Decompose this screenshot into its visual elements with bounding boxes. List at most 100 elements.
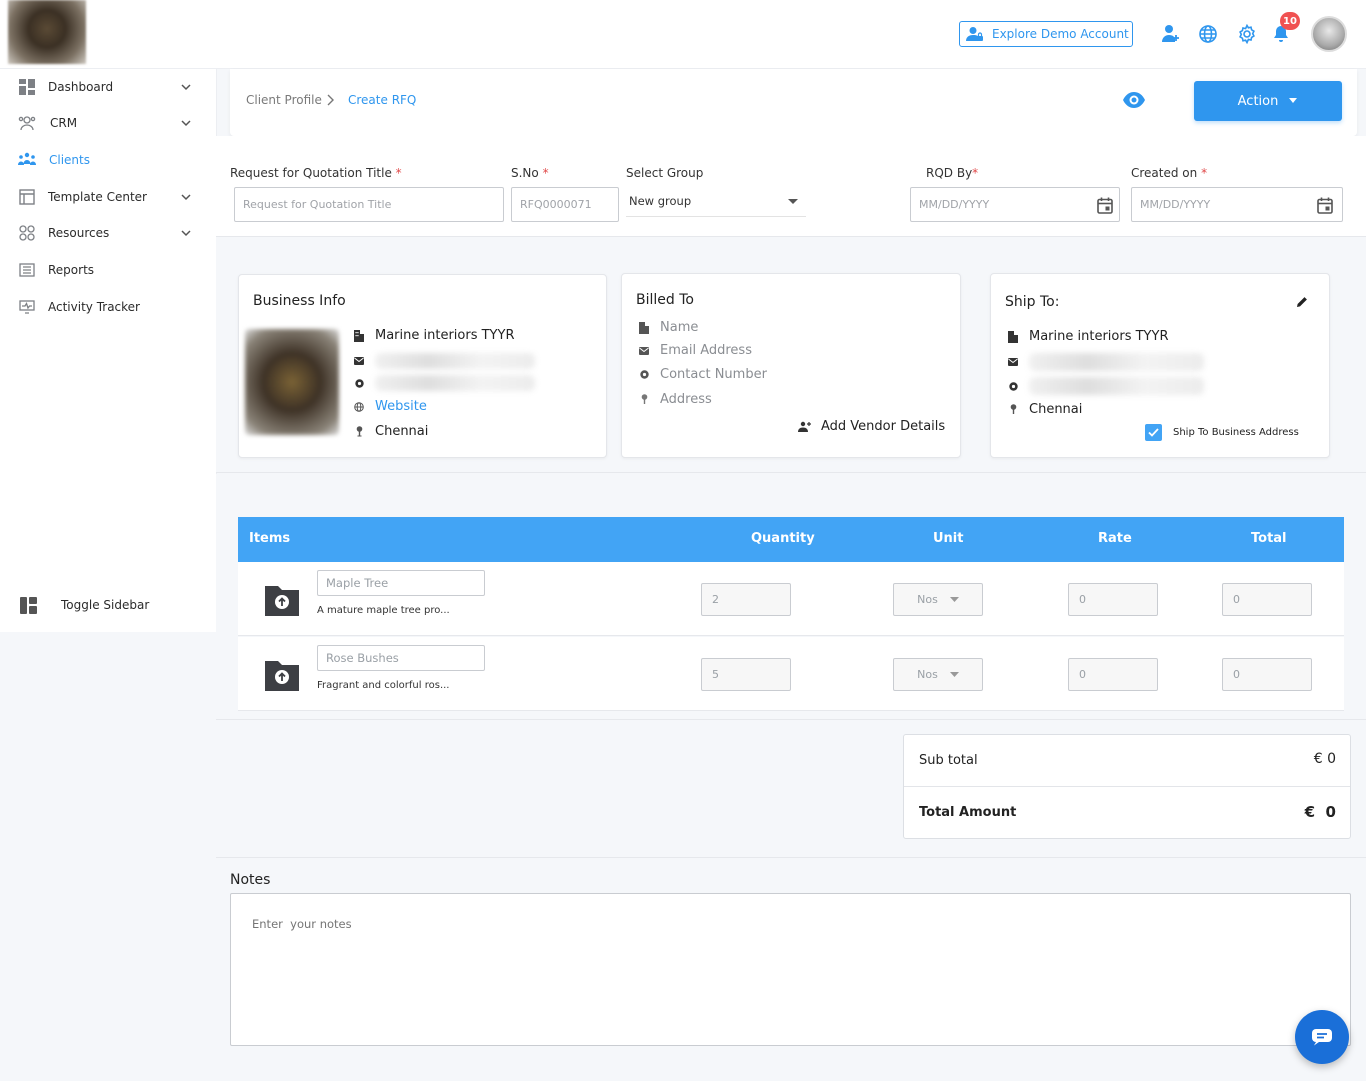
chevron-down-icon (181, 120, 191, 127)
billed-email-row: Email Address (636, 343, 752, 358)
rate-input[interactable]: 0 (1068, 658, 1158, 691)
business-company-row: Marine interiors TYYR (351, 328, 514, 343)
chevron-right-icon (327, 94, 334, 106)
globe-icon[interactable] (1196, 22, 1220, 46)
business-website-link[interactable]: Website (375, 399, 427, 414)
notification-badge: 10 (1280, 12, 1300, 30)
breadcrumb-create-rfq[interactable]: Create RFQ (348, 93, 416, 107)
notes-textarea[interactable] (230, 893, 1351, 1046)
chevron-down-icon (181, 194, 191, 201)
item-description: A mature maple tree pro... (317, 605, 450, 616)
header-total: Total (1251, 531, 1287, 546)
gear-icon[interactable] (1235, 22, 1259, 46)
quantity-input[interactable]: 5 (701, 658, 791, 691)
sidebar-item-resources[interactable]: Resources (0, 218, 216, 248)
created-placeholder: MM/DD/YYYY (1140, 198, 1211, 211)
folder-upload-icon[interactable] (264, 580, 300, 618)
notes-label: Notes (230, 872, 271, 888)
add-user-icon[interactable] (1159, 22, 1183, 46)
add-users-icon (797, 421, 813, 433)
billed-address-row: Address (636, 392, 712, 407)
business-email-redacted (375, 353, 535, 369)
breadcrumb-client-profile[interactable]: Client Profile (246, 93, 322, 107)
business-info-title: Business Info (253, 293, 346, 309)
sidebar-item-label: Dashboard (48, 80, 114, 94)
created-date-input[interactable]: MM/DD/YYYY (1131, 187, 1343, 222)
group-select[interactable]: New group (626, 185, 806, 217)
envelope-icon (636, 346, 652, 355)
ship-company-name: Marine interiors TYYR (1029, 329, 1169, 344)
item-name-input[interactable]: Maple Tree (317, 570, 485, 596)
business-phone-row (351, 375, 535, 391)
item-name-input[interactable]: Rose Bushes (317, 645, 485, 671)
unit-value: Nos (917, 593, 938, 606)
ship-phone-redacted (1029, 377, 1204, 395)
business-city: Chennai (375, 424, 429, 439)
billed-to-title: Billed To (636, 292, 694, 308)
sidebar-item-label: Resources (48, 226, 110, 240)
totals-card: Sub total € 0 Total Amount € 0 (903, 734, 1351, 839)
billed-name-row: Name (636, 320, 698, 335)
sidebar-item-label: Reports (48, 263, 95, 277)
phone-icon (351, 378, 367, 388)
ship-to-business-label: Ship To Business Address (1173, 427, 1299, 438)
add-vendor-button[interactable]: Add Vendor Details (797, 419, 945, 434)
ship-to-business-checkbox[interactable]: Ship To Business Address (1145, 424, 1299, 441)
chat-button[interactable] (1295, 1010, 1349, 1064)
rqd-date-input[interactable]: MM/DD/YYYY (910, 187, 1120, 222)
action-label: Action (1237, 93, 1279, 109)
pencil-icon[interactable] (1296, 296, 1308, 308)
caret-down-icon (949, 672, 959, 677)
billed-name: Name (660, 320, 699, 335)
table-row: Rose Bushes Fragrant and colorful ros...… (238, 637, 1344, 711)
ship-phone-row (1005, 377, 1204, 395)
calendar-icon[interactable] (1317, 197, 1333, 214)
sidebar-item-dashboard[interactable]: Dashboard (0, 72, 216, 102)
sno-input[interactable]: RFQ0000071 (511, 187, 619, 222)
sidebar: Dashboard CRM Clients Template Center Re… (0, 69, 216, 632)
business-info-card: Business Info Marine interiors TYYR Webs… (238, 274, 607, 458)
header-quantity: Quantity (751, 531, 815, 546)
explore-demo-button[interactable]: Explore Demo Account (959, 21, 1133, 47)
folder-upload-icon[interactable] (264, 655, 300, 693)
building-icon (1005, 330, 1021, 343)
total-amount-value: € 0 (1304, 803, 1336, 821)
quantity-input[interactable]: 2 (701, 583, 791, 616)
activity-icon (18, 298, 36, 316)
title-input[interactable]: Request for Quotation Title (234, 187, 504, 222)
crm-icon (18, 114, 36, 132)
notes-section: Notes (216, 857, 1366, 1081)
sidebar-item-template-center[interactable]: Template Center (0, 182, 216, 212)
sidebar-item-activity-tracker[interactable]: Activity Tracker (0, 292, 216, 322)
info-section: Business Info Marine interiors TYYR Webs… (216, 237, 1366, 473)
item-description: Fragrant and colorful ros... (317, 680, 450, 691)
unit-select[interactable]: Nos (893, 658, 983, 691)
table-row: Maple Tree A mature maple tree pro... 2 … (238, 562, 1344, 636)
avatar[interactable] (1311, 16, 1347, 52)
unit-value: Nos (917, 668, 938, 681)
unit-select[interactable]: Nos (893, 583, 983, 616)
clients-icon (18, 151, 36, 169)
phone-icon (636, 370, 652, 379)
pin-icon (351, 426, 367, 437)
company-logo[interactable] (8, 0, 86, 64)
billed-contact: Contact Number (660, 367, 767, 382)
calendar-icon[interactable] (1097, 197, 1113, 214)
rate-input[interactable]: 0 (1068, 583, 1158, 616)
business-logo (245, 329, 339, 435)
eye-icon[interactable] (1122, 91, 1146, 109)
top-bar: Explore Demo Account 10 (0, 0, 1366, 69)
total-amount-row: Total Amount € 0 (904, 787, 1350, 839)
created-label: Created on * (1131, 166, 1208, 180)
total-input[interactable]: 0 (1222, 658, 1312, 691)
building-icon (351, 329, 367, 342)
reports-icon (18, 261, 36, 279)
sidebar-item-clients[interactable]: Clients (0, 145, 216, 175)
business-phone-redacted (375, 375, 535, 391)
sidebar-item-reports[interactable]: Reports (0, 255, 216, 285)
toggle-sidebar-button[interactable]: Toggle Sidebar (0, 590, 216, 620)
action-button[interactable]: Action (1194, 81, 1342, 121)
rfq-form: Request for Quotation Title * Request fo… (216, 136, 1366, 237)
sidebar-item-crm[interactable]: CRM (0, 108, 216, 138)
total-input[interactable]: 0 (1222, 583, 1312, 616)
